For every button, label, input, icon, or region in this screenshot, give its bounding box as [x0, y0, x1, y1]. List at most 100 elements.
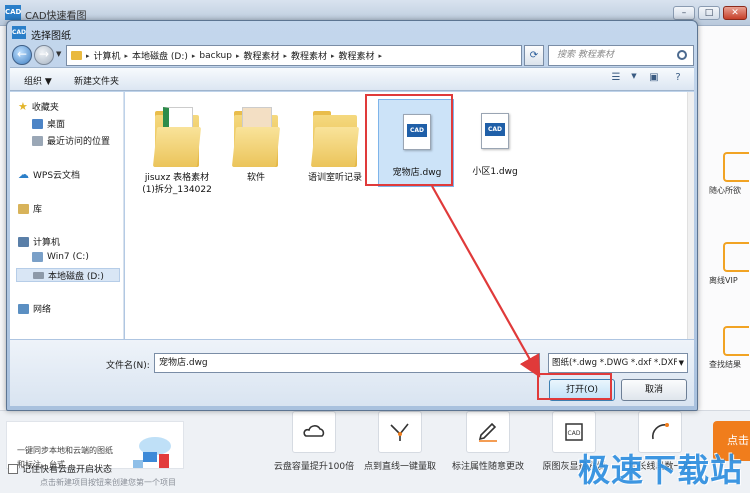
new-folder-button[interactable]: 新建文件夹 — [74, 74, 119, 87]
right-panel-label: 离线VIP — [709, 276, 738, 285]
feature-point-line[interactable]: 点到直线一键量取 — [354, 411, 446, 472]
file-item[interactable]: 软件 — [218, 97, 294, 197]
help-icon[interactable]: ? — [670, 72, 686, 86]
file-label: jisuxz 表格素材(1)拆分_134022 — [142, 173, 212, 195]
sidebar-item-network[interactable]: 网络 — [18, 302, 51, 315]
search-icon — [677, 50, 687, 60]
library-icon — [18, 203, 29, 214]
sidebar-label: 收藏夹 — [31, 103, 59, 113]
remember-cloud-toggle[interactable]: 记住快看云盘开启状态 — [8, 462, 112, 475]
sidebar-label: 计算机 — [33, 238, 61, 248]
breadcrumb-item[interactable]: 教程素材 — [291, 49, 327, 62]
file-label: 小区1.dwg — [472, 167, 518, 177]
address-row: ← → ▼ ▸ 计算机 ▸ 本地磁盘 (D:) ▸ backup ▸ 教程素材 … — [10, 44, 694, 66]
feature-icon — [723, 152, 749, 182]
desktop-icon — [32, 118, 43, 129]
sidebar-item-wps[interactable]: ☁ WPS云文档 — [18, 168, 80, 181]
sidebar-label: 桌面 — [47, 120, 66, 130]
sidebar-item-favorites[interactable]: ★ 收藏夹 — [18, 100, 59, 113]
chevron-down-icon: ▼ — [676, 354, 684, 372]
sidebar-item-library[interactable]: 库 — [18, 202, 42, 215]
filename-input[interactable]: 宠物店.dwg — [154, 353, 540, 373]
highlight-box-file — [365, 94, 453, 186]
forward-button[interactable]: → — [34, 45, 54, 65]
file-item[interactable]: jisuxz 表格素材(1)拆分_134022 — [139, 97, 215, 197]
right-panel-item[interactable]: 离线VIP — [709, 242, 749, 286]
minimize-icon[interactable]: – — [673, 6, 695, 20]
sidebar-label: Win7 (C:) — [47, 252, 89, 262]
feature-label: 云盘容量提升100倍 — [273, 462, 355, 472]
file-label: 软件 — [246, 173, 265, 183]
search-result-icon — [723, 326, 749, 356]
dialog-app-icon: CAD — [12, 26, 26, 39]
measure-line-icon — [378, 411, 422, 453]
address-bar[interactable]: ▸ 计算机 ▸ 本地磁盘 (D:) ▸ backup ▸ 教程素材 ▸ 教程素材… — [66, 45, 522, 66]
drive-icon — [32, 252, 43, 262]
feature-annotation[interactable]: 标注属性随意更改 — [442, 411, 534, 472]
maximize-icon[interactable]: □ — [698, 6, 720, 20]
sidebar-label: WPS云文档 — [33, 171, 81, 181]
file-label: 语训室听记录 — [307, 173, 362, 183]
sidebar-item-recent[interactable]: 最近访问的位置 — [32, 134, 110, 147]
file-item[interactable]: 语训室听记录 — [297, 97, 373, 197]
right-panel-item[interactable]: 随心所欲 — [709, 152, 749, 196]
cloud-icon: ☁ — [18, 168, 29, 181]
file-item[interactable]: CAD 小区1.dwg — [457, 99, 533, 199]
dialog-title: 选择图纸 — [31, 31, 71, 42]
breadcrumb-item[interactable]: 本地磁盘 (D:) — [132, 49, 188, 62]
cloud-sync-icon — [133, 437, 171, 468]
right-panel-label: 随心所欲 — [709, 186, 741, 195]
folder-icon — [71, 51, 82, 60]
remember-checkbox[interactable] — [8, 463, 18, 474]
computer-icon — [18, 236, 29, 247]
star-icon: ★ — [18, 100, 28, 113]
cloud-icon — [292, 411, 336, 453]
new-project-hint: 点击新建项目按钮来创建您第一个项目 — [40, 478, 176, 487]
feature-label: 点到直线一键量取 — [363, 462, 436, 472]
feature-cloud-capacity[interactable]: 云盘容量提升100倍 — [268, 411, 360, 472]
view-options-icon[interactable]: ☰ — [608, 72, 624, 86]
breadcrumb-item[interactable]: 计算机 — [94, 49, 121, 62]
organize-button[interactable]: 组织 ▼ — [24, 74, 52, 87]
breadcrumb-item[interactable]: backup — [199, 51, 232, 61]
dialog-toolbar: 组织 ▼ 新建文件夹 ☰ ▼ ▣ ? — [10, 67, 694, 91]
recent-places-icon — [32, 135, 43, 146]
sidebar-item-local-d[interactable]: 本地磁盘 (D:) — [16, 268, 120, 282]
breadcrumb-item[interactable]: 教程素材 — [243, 49, 279, 62]
file-type-select[interactable]: 图纸(*.dwg *.DWG *.dxf *.DXF ▼ — [548, 353, 688, 373]
close-icon[interactable]: ✕ — [723, 6, 747, 20]
pen-icon — [466, 411, 510, 453]
feature-label: 标注属性随意更改 — [451, 462, 524, 472]
preview-pane-icon[interactable]: ▣ — [646, 72, 662, 86]
vertical-scrollbar[interactable] — [687, 92, 694, 339]
search-placeholder: 搜索 教程素材 — [557, 50, 614, 60]
right-panel-label: 查找结果 — [709, 360, 741, 369]
chevron-down-icon[interactable]: ▼ — [533, 359, 538, 367]
right-panel-item[interactable]: 查找结果 — [709, 326, 749, 370]
dwg-file-icon: CAD — [481, 113, 509, 149]
sidebar-item-desktop[interactable]: 桌面 — [32, 117, 65, 130]
sidebar-label: 本地磁盘 (D:) — [48, 271, 104, 282]
watermark: 极速下载站 — [578, 451, 744, 489]
refresh-icon[interactable]: ⟳ — [524, 45, 544, 66]
sidebar-item-win7[interactable]: Win7 (C:) — [32, 252, 89, 262]
sidebar-label: 库 — [33, 205, 43, 215]
network-icon — [18, 303, 29, 314]
app-logo-icon: CAD — [5, 5, 21, 20]
search-input[interactable]: 搜索 教程素材 — [548, 45, 694, 66]
highlight-box-open — [537, 373, 612, 400]
back-button[interactable]: ← — [12, 45, 32, 65]
navigation-pane: ★ 收藏夹 桌面 最近访问的位置 ☁ WPS云文档 库 计算机 Win7 (C:… — [10, 92, 124, 339]
select-drawing-dialog: CAD 选择图纸 ← → ▼ ▸ 计算机 ▸ 本地磁盘 (D:) ▸ backu… — [6, 20, 698, 411]
sidebar-label: 网络 — [33, 305, 52, 315]
chevron-down-icon[interactable]: ▼ — [626, 72, 642, 86]
sidebar-label: 最近访问的位置 — [47, 137, 111, 147]
remember-label: 记住快看云盘开启状态 — [22, 465, 113, 475]
breadcrumb-item[interactable]: 教程素材 — [339, 49, 375, 62]
right-panel: 随心所欲 离线VIP 查找结果 — [697, 26, 750, 426]
file-type-value: 图纸(*.dwg *.DWG *.dxf *.DXF — [552, 358, 679, 368]
recent-locations-chevron-icon[interactable]: ▼ — [56, 50, 61, 58]
cancel-button[interactable]: 取消 — [621, 379, 687, 401]
sidebar-item-computer[interactable]: 计算机 — [18, 235, 60, 248]
drive-icon — [33, 271, 44, 279]
